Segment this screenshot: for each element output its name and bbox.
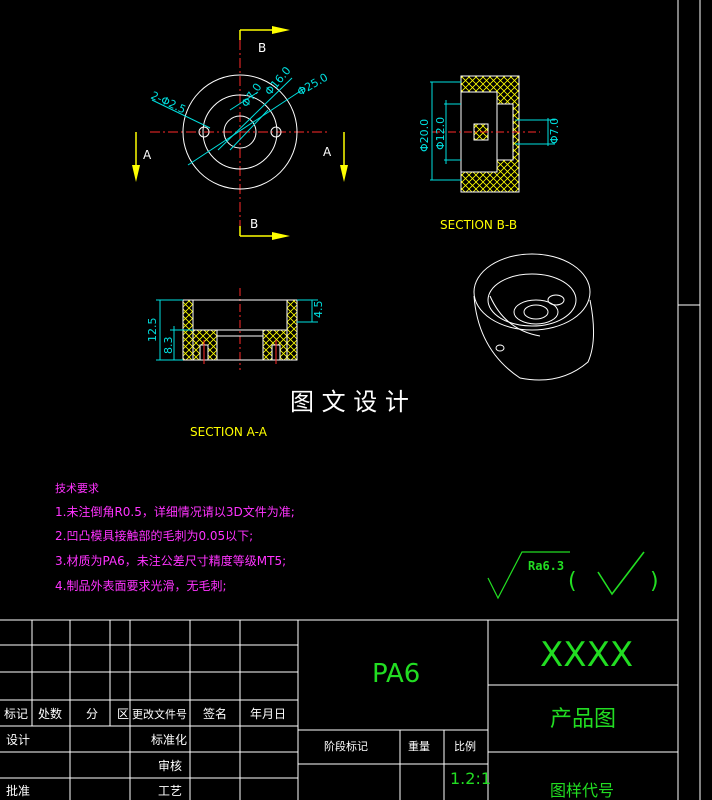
tb-header-date: 年月日: [250, 707, 286, 721]
tb-role-design: 设计: [6, 733, 30, 747]
tech-req-title: 技术要求: [55, 482, 99, 495]
roughness-paren-close: ): [650, 569, 659, 594]
tb-company: XXXX: [540, 635, 633, 675]
section-label-a-left: A: [143, 148, 152, 162]
dim-aa-lower: 8.3: [162, 337, 175, 355]
tb-scale-value: 1.2:1: [450, 769, 491, 788]
isometric-view: [473, 253, 594, 381]
tech-req-item-1: 1.未注倒角R0.5，详细情况请以3D文件为准;: [55, 504, 295, 519]
tb-header-zone: 分: [86, 707, 98, 721]
tb-header-count: 处数: [38, 706, 62, 721]
section-bb-title: SECTION B-B: [440, 218, 517, 232]
section-aa-title: SECTION A-A: [190, 425, 268, 439]
tb-role-check: 审核: [158, 758, 182, 773]
tb-header-signature: 签名: [203, 706, 227, 721]
tech-req-item-2: 2.凹凸模具接触部的毛刺为0.05以下;: [55, 528, 253, 543]
roughness-value: Ra6.3: [528, 559, 564, 573]
tech-req-item-3: 3.材质为PA6，未注公差尺寸精度等级MT5;: [55, 553, 286, 568]
roughness-symbol: [487, 551, 645, 600]
drawing-frame: [677, 0, 701, 800]
tb-drawing-number-label: 图样代号: [550, 781, 614, 800]
section-label-b-bottom: B: [250, 217, 258, 231]
tb-header-change-doc: 更改文件号: [132, 707, 187, 721]
dim-outer: Φ25.0: [295, 71, 330, 99]
dim-bb-inner: Φ12.0: [434, 117, 447, 150]
tech-req-item-4: 4.制品外表面要求光滑，无毛刺;: [55, 579, 227, 593]
roughness-paren-open: (: [568, 569, 577, 594]
section-label-a-right: A: [323, 145, 332, 159]
section-bb-view: [430, 75, 555, 193]
tb-header-mark: 标记: [4, 707, 28, 721]
tb-weight: 重量: [408, 739, 430, 753]
dim-bb-outer: Φ20.0: [418, 119, 431, 152]
dim-inner: Φ7.0: [239, 81, 265, 110]
dim-holes: 2-Φ2.5: [149, 89, 188, 116]
tb-header-area: 区: [117, 707, 129, 721]
watermark: 图 文 设 计: [290, 388, 409, 416]
tb-scale: 比例: [454, 739, 476, 753]
section-aa-view: [156, 288, 318, 370]
cad-drawing-canvas: B B A A 2-Φ2.5 Φ7.0 Φ16.0 Φ25.0 Φ20.0 Φ1…: [0, 0, 701, 800]
tb-role-standardize: 标准化: [151, 733, 187, 747]
section-label-b-top: B: [258, 41, 266, 55]
dim-aa-top: 4.5: [312, 301, 325, 319]
tb-role-process: 工艺: [158, 784, 182, 798]
tb-role-approve: 批准: [6, 783, 30, 798]
tb-drawing-name: 产品图: [550, 707, 616, 732]
top-view: [132, 26, 348, 240]
dim-bb-hole: Φ7.0: [548, 118, 561, 144]
tb-stage-mark: 阶段标记: [324, 739, 368, 753]
dim-aa-height: 12.5: [146, 318, 159, 343]
tb-material: PA6: [372, 659, 420, 689]
